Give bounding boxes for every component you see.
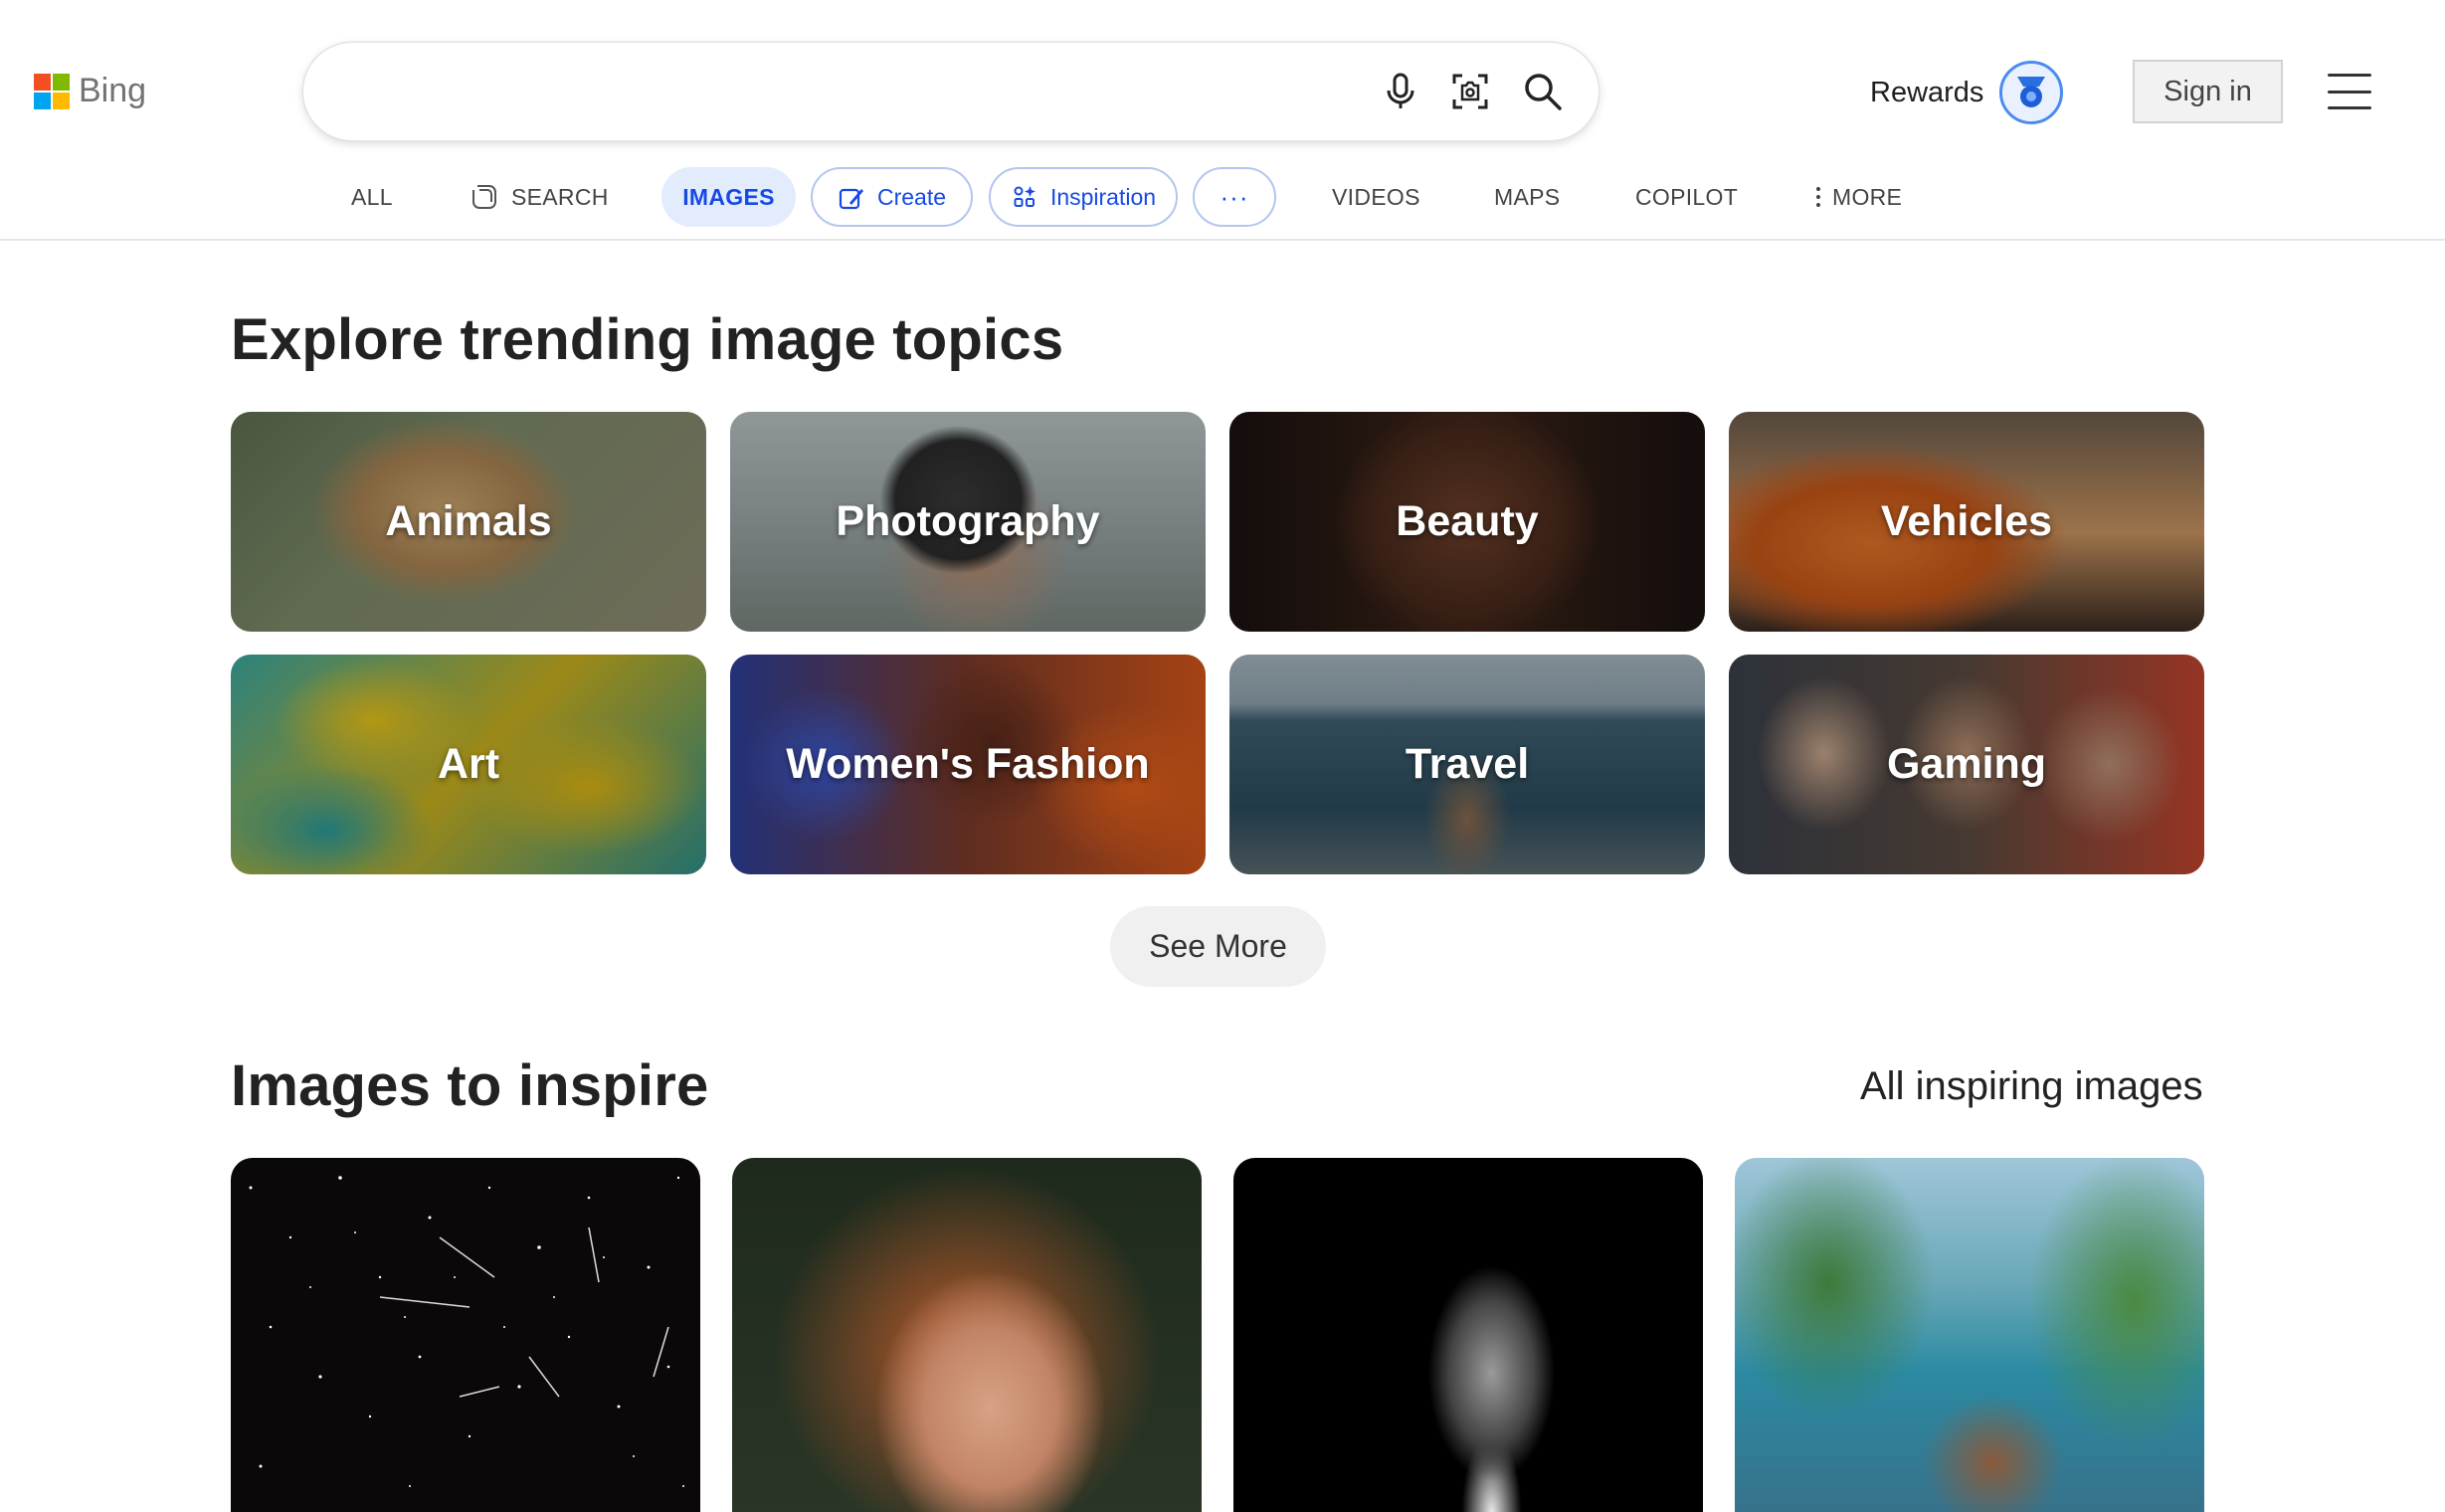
bing-logo[interactable]: Bing [34,72,146,110]
inspire-image-stars[interactable] [231,1158,700,1512]
more-dots-icon[interactable]: ··· [1193,167,1276,227]
all-inspiring-images-link[interactable]: All inspiring images [1860,1064,2203,1109]
topic-label: Women's Fashion [786,740,1150,788]
topic-label: Travel [1405,740,1530,788]
hamburger-menu-icon[interactable] [2328,74,2371,109]
tab-maps[interactable]: MAPS [1494,167,1560,227]
logo-text: Bing [79,72,147,109]
see-more-button[interactable]: See More [1110,906,1326,987]
copilot-search-icon [472,185,496,209]
sign-in-button[interactable]: Sign in [2133,60,2283,123]
rewards-medal-icon [1999,61,2064,124]
topic-label: Vehicles [1880,497,2053,545]
topic-card-gaming[interactable]: Gaming [1729,655,2204,874]
inspiration-icon [1014,186,1035,207]
topic-card-vehicles[interactable]: Vehicles [1729,412,2204,632]
topic-card-womens-fashion[interactable]: Women's Fashion [730,655,1206,874]
microsoft-logo-icon [34,73,70,109]
vertical-dots-icon [1816,187,1820,207]
topic-label: Animals [385,497,552,545]
create-label: Create [876,183,947,210]
search-icon[interactable] [1520,69,1566,114]
topic-card-art[interactable]: Art [231,655,706,874]
trending-title: Explore trending image topics [231,307,1064,372]
inspire-image-portrait[interactable] [732,1158,1202,1512]
tab-videos[interactable]: VIDEOS [1332,167,1420,227]
topic-card-beauty[interactable]: Beauty [1229,412,1705,632]
topic-label: Beauty [1396,497,1539,545]
topic-label: Gaming [1886,740,2047,788]
rewards-label: Rewards [1870,76,1984,108]
topic-card-animals[interactable]: Animals [231,412,706,632]
tab-search[interactable]: SEARCH [470,167,609,227]
create-icon [839,188,863,210]
inspiration-button[interactable]: Inspiration [989,167,1178,227]
topic-card-travel[interactable]: Travel [1229,655,1705,874]
inspire-title: Images to inspire [231,1053,709,1118]
topic-label: Art [437,740,500,788]
visual-search-icon[interactable] [1447,69,1493,114]
inspiration-label: Inspiration [1049,183,1157,210]
inspire-image-dog[interactable] [1233,1158,1703,1512]
topic-card-photography[interactable]: Photography [730,412,1206,632]
microphone-icon[interactable] [1378,69,1423,114]
search-box[interactable] [303,43,1599,140]
inspire-image-lake-cabin[interactable] [1735,1158,2204,1512]
search-input[interactable] [347,67,1242,116]
tab-all[interactable]: ALL [351,167,393,227]
create-button[interactable]: Create [811,167,973,227]
starry-sky-image [249,1176,684,1487]
tab-copilot[interactable]: COPILOT [1635,167,1738,227]
rewards-button[interactable]: Rewards [1870,60,2064,125]
tab-more-label: MORE [1832,183,1903,210]
tab-search-label: SEARCH [511,183,609,210]
tab-images[interactable]: IMAGES [661,167,796,227]
header: Bing Rewards Sign in ALL SEARCH IMAGES C… [0,0,2445,241]
topic-label: Photography [836,497,1100,545]
tab-more[interactable]: MORE [1816,167,1902,227]
